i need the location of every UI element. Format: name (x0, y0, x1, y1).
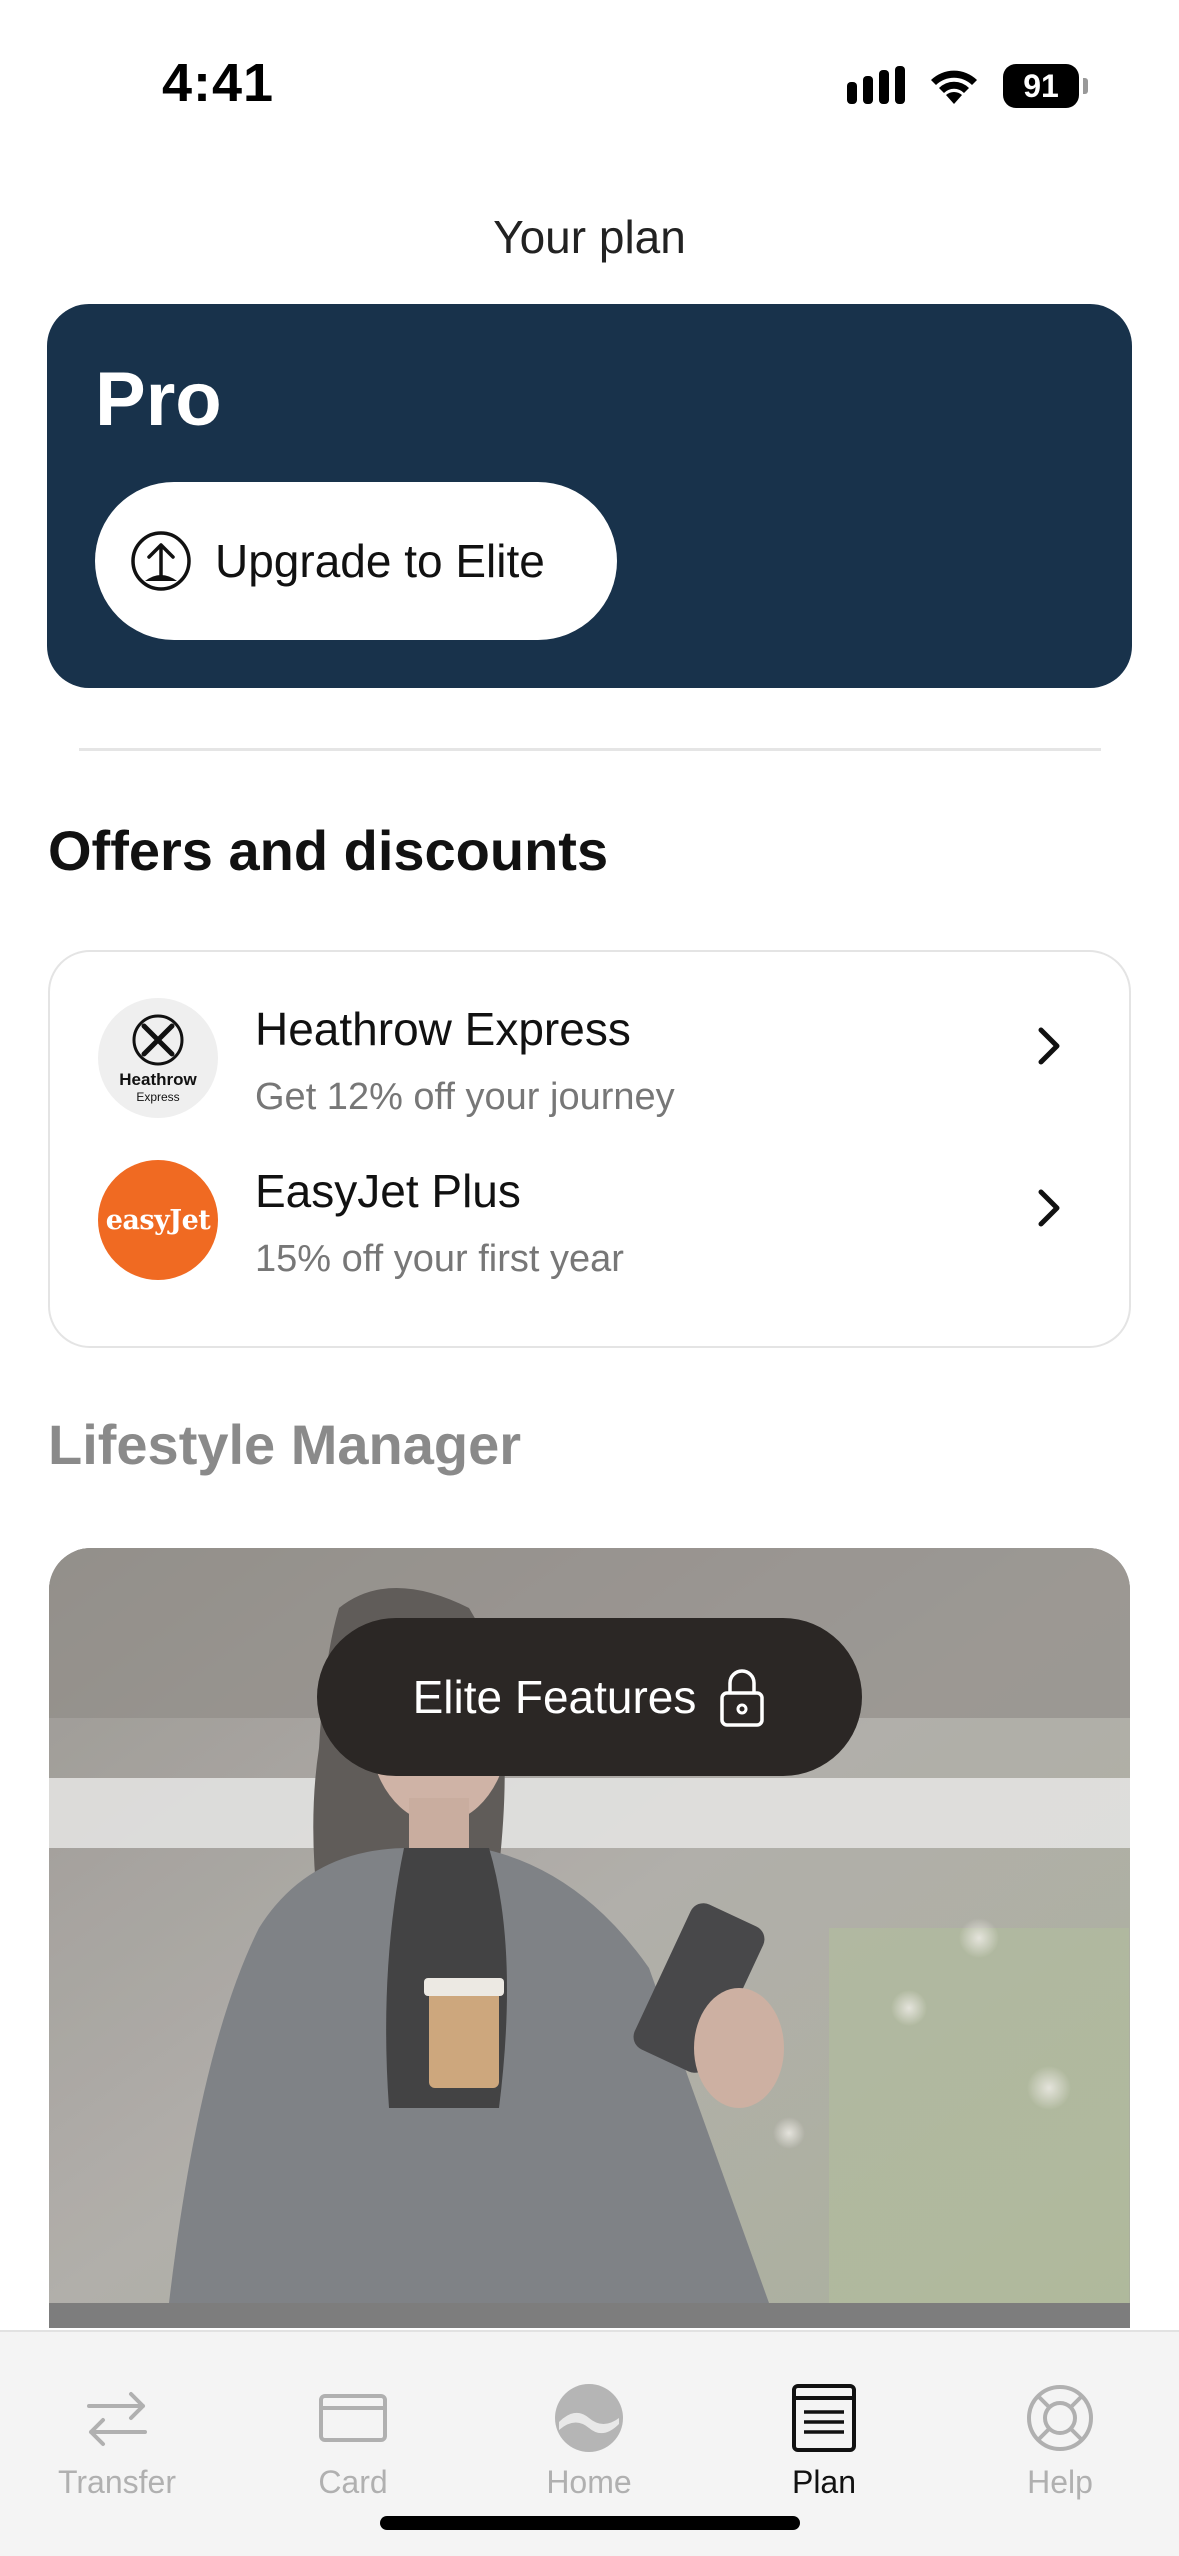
heathrow-express-logo: Heathrow Express (98, 998, 218, 1118)
offers-card: Heathrow Express Heathrow Express Get 12… (48, 950, 1131, 1348)
tab-home[interactable]: Home (489, 2332, 689, 2512)
status-icons: 91 (845, 64, 1088, 108)
offer-description: 15% off your first year (255, 1238, 624, 1280)
offer-description: Get 12% off your journey (255, 1076, 675, 1118)
offer-heathrow-express[interactable]: Heathrow Express Heathrow Express Get 12… (50, 998, 1129, 1148)
lifestyle-section-title: Lifestyle Manager (48, 1413, 522, 1476)
plan-name: Pro (95, 357, 222, 442)
tab-label: Help (1027, 2464, 1093, 2500)
offer-easyjet-plus[interactable]: easyJet EasyJet Plus 15% off your first … (50, 1160, 1129, 1310)
cellular-signal-icon (847, 66, 905, 104)
elite-features-button[interactable]: Elite Features (317, 1618, 862, 1776)
tab-label: Card (318, 2464, 388, 2500)
lifestyle-manager-card: Elite Features (49, 1548, 1130, 2328)
battery-indicator: 91 (1003, 64, 1088, 108)
tab-help[interactable]: Help (960, 2332, 1160, 2512)
offer-name: Heathrow Express (255, 1003, 631, 1055)
upgrade-arrow-icon (131, 531, 191, 591)
tab-card[interactable]: Card (253, 2332, 453, 2512)
lifestyle-card-footer (49, 2303, 1130, 2328)
upgrade-button[interactable]: Upgrade to Elite (95, 482, 617, 640)
elite-features-label: Elite Features (412, 1671, 697, 1723)
battery-level: 91 (1023, 67, 1059, 104)
heathrow-emblem-icon (132, 1014, 184, 1066)
wifi-icon (931, 70, 977, 104)
offer-name: EasyJet Plus (255, 1165, 521, 1217)
tab-label: Transfer (58, 2464, 176, 2500)
heathrow-logo-subtext: Express (136, 1090, 180, 1104)
card-icon (319, 2394, 387, 2442)
transfer-icon (87, 2392, 147, 2446)
tab-label: Plan (791, 2464, 857, 2500)
offers-section-title: Offers and discounts (48, 819, 609, 882)
chevron-right-icon (1038, 1027, 1060, 1065)
lock-icon (720, 1669, 765, 1727)
status-bar: 4:41 91 (0, 0, 1179, 150)
tab-plan[interactable]: Plan (724, 2332, 924, 2512)
help-icon (1027, 2385, 1093, 2451)
upgrade-button-label: Upgrade to Elite (215, 535, 545, 587)
chevron-right-icon (1038, 1189, 1060, 1227)
home-icon (555, 2384, 623, 2452)
tab-transfer[interactable]: Transfer (17, 2332, 217, 2512)
status-time: 4:41 (162, 53, 275, 113)
home-indicator (380, 2516, 800, 2530)
heathrow-logo-text: Heathrow (119, 1070, 197, 1089)
easyjet-logo: easyJet (98, 1160, 218, 1280)
page-title: Your plan (493, 211, 686, 263)
plan-icon (792, 2384, 856, 2452)
divider (79, 748, 1101, 751)
tab-label: Home (546, 2464, 632, 2500)
plan-card: Pro Upgrade to Elite (47, 304, 1132, 688)
